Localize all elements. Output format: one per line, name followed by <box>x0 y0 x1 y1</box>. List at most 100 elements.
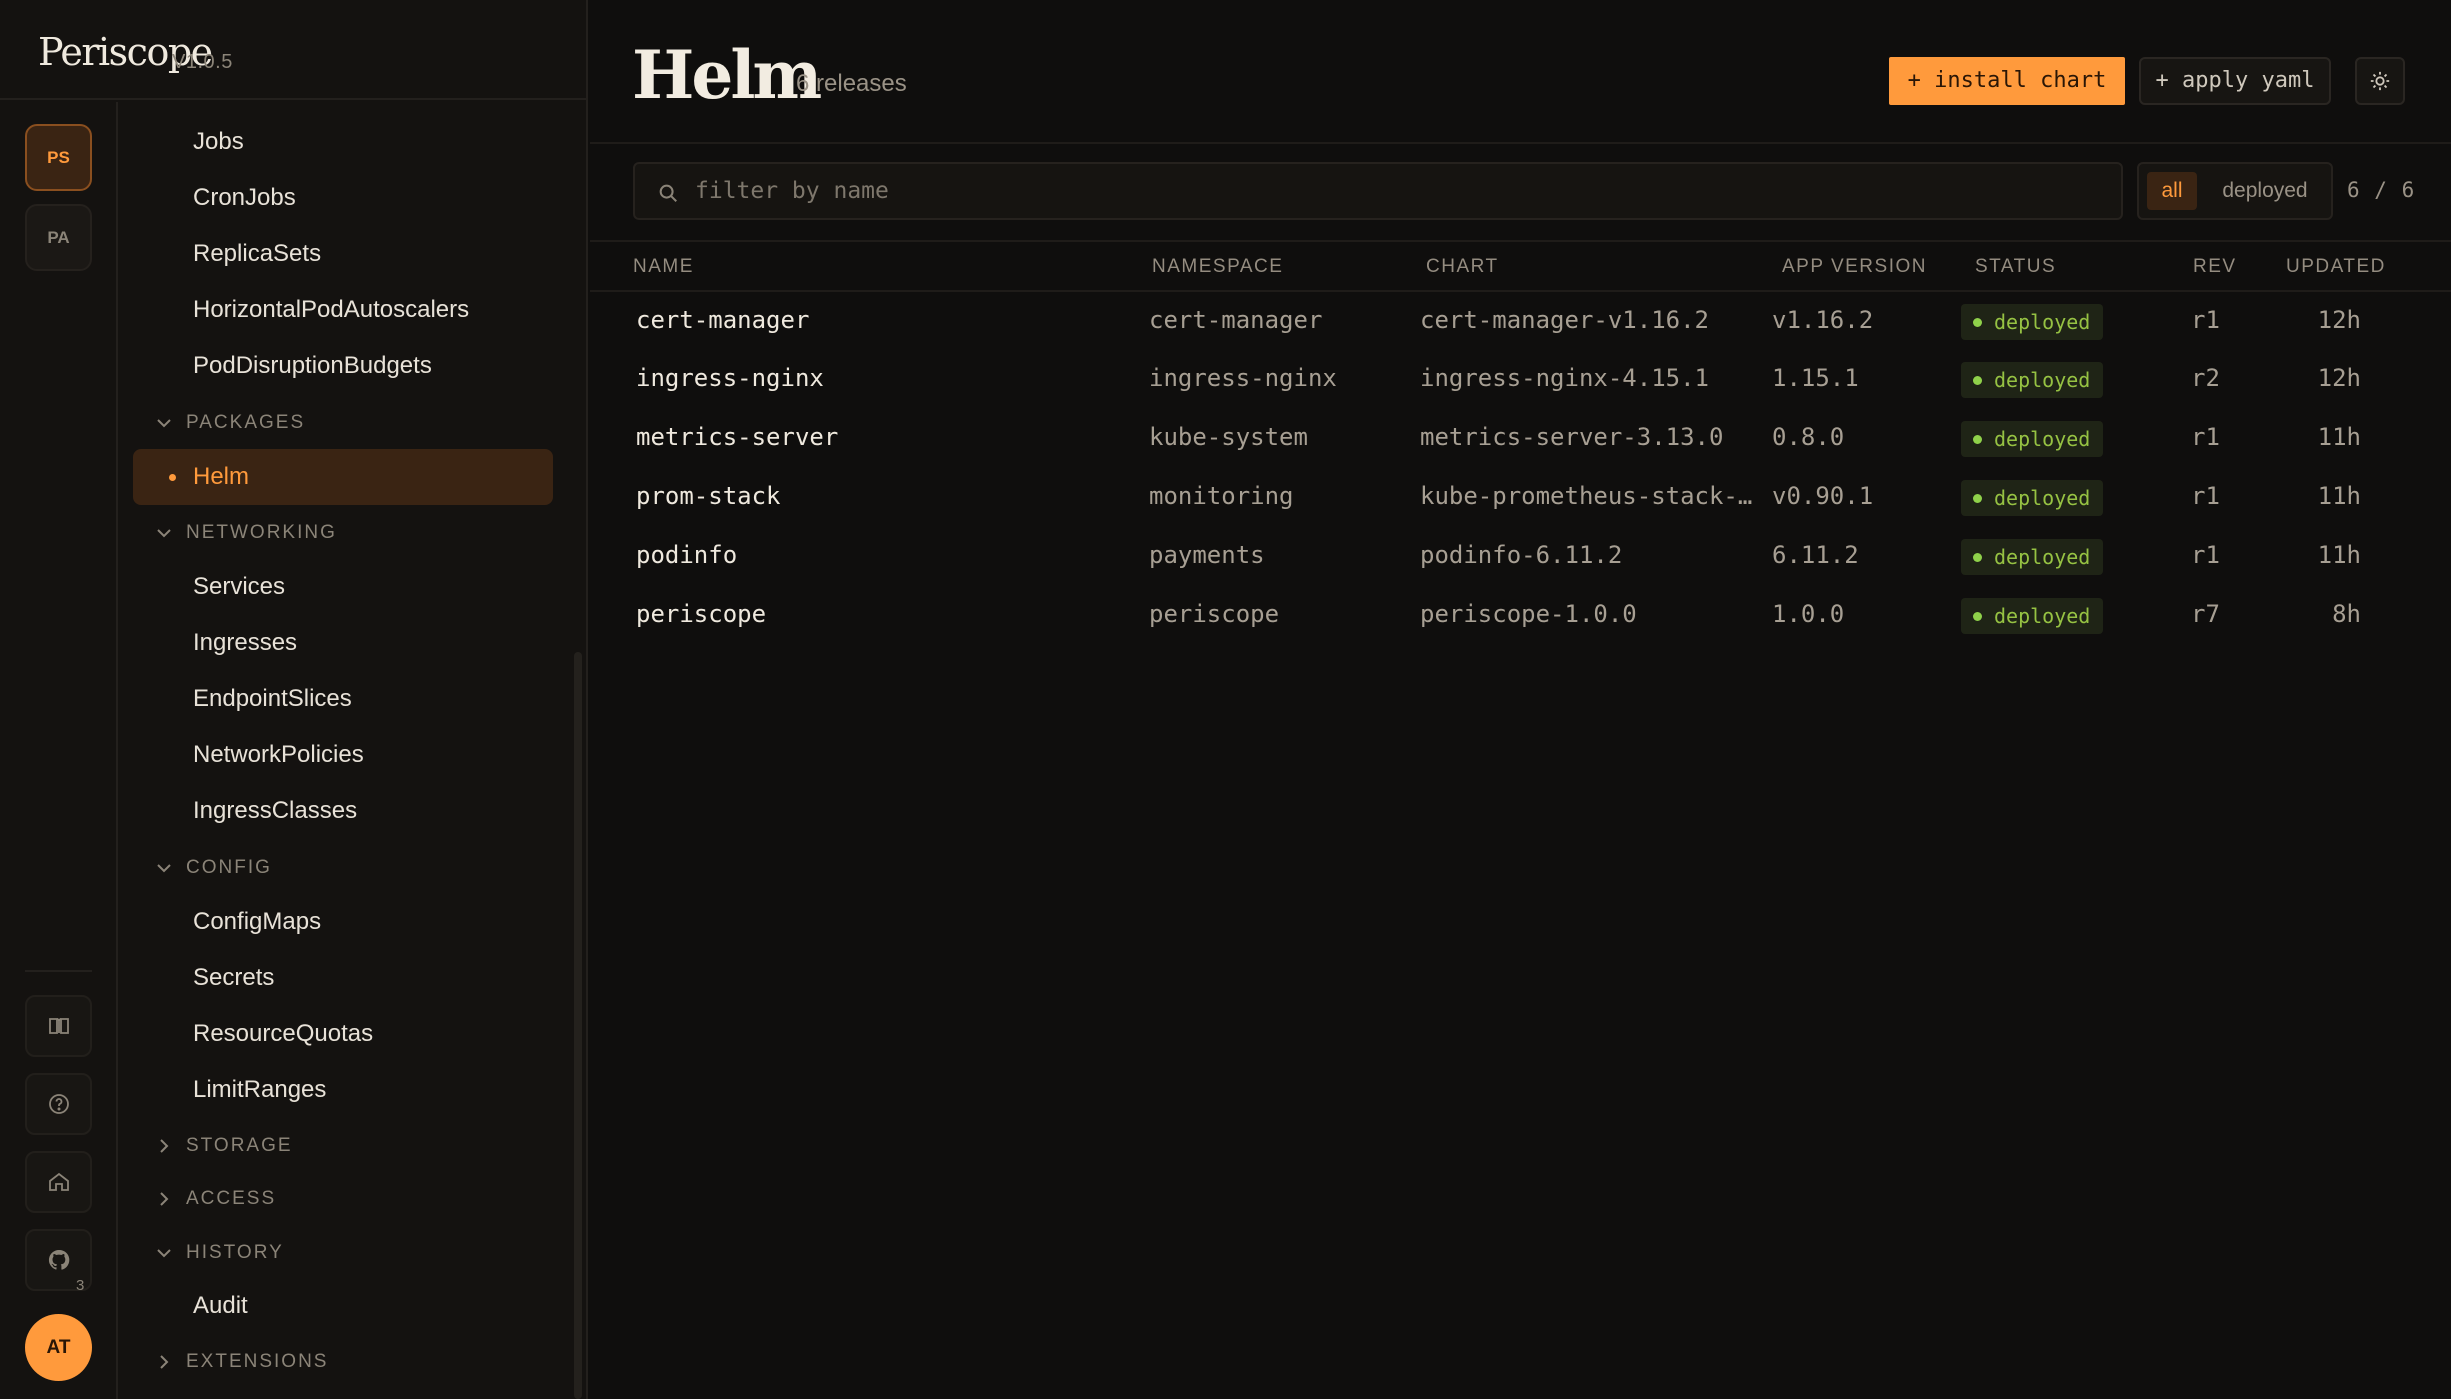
chevron-down-icon <box>157 419 171 428</box>
release-updated: 8h <box>2332 600 2361 628</box>
nav-item-jobs[interactable]: Jobs <box>133 114 553 170</box>
nav-section-access[interactable]: ACCESS <box>154 1179 276 1219</box>
nav-section-extensions[interactable]: EXTENSIONS <box>154 1342 328 1382</box>
user-avatar[interactable]: AT <box>25 1314 92 1381</box>
column-header-updated[interactable]: UPDATED <box>2286 242 2386 292</box>
nav-section-config[interactable]: CONFIG <box>154 848 272 888</box>
column-header-status[interactable]: STATUS <box>1975 242 2056 292</box>
context-switch-ps[interactable]: PS <box>25 124 92 191</box>
filter-option-deployed[interactable]: deployed <box>2203 172 2327 210</box>
release-revision: r1 <box>2191 306 2220 334</box>
chevron-down-icon <box>157 864 171 873</box>
nav-section-networking[interactable]: NETWORKING <box>154 513 337 553</box>
help-button[interactable] <box>25 1073 92 1135</box>
release-chart: podinfo-6.11.2 <box>1420 541 1623 569</box>
column-header-app-version[interactable]: APP VERSION <box>1782 242 1927 292</box>
chevron-right-icon <box>160 1192 169 1206</box>
release-name[interactable]: prom-stack <box>636 467 781 525</box>
release-app-version: v1.16.2 <box>1772 306 1874 334</box>
docs-button[interactable] <box>25 995 92 1057</box>
column-header-rev[interactable]: REV <box>2193 242 2237 292</box>
nav-section-storage[interactable]: STORAGE <box>154 1126 293 1166</box>
nav-section-packages[interactable]: PACKAGES <box>154 403 305 443</box>
release-name[interactable]: cert-manager <box>636 291 809 349</box>
status-badge: deployed <box>1961 480 2103 516</box>
table-row[interactable]: metrics-server kube-system metrics-serve… <box>590 408 2451 466</box>
nav-item-ingresses[interactable]: Ingresses <box>133 615 553 671</box>
nav-item-replicasets[interactable]: ReplicaSets <box>133 226 553 282</box>
nav-section-label: PACKAGES <box>186 412 306 433</box>
nav-item-secrets[interactable]: Secrets <box>133 950 553 1006</box>
nav-section-history[interactable]: HISTORY <box>154 1233 284 1273</box>
status-dot-icon <box>1973 612 1982 621</box>
release-namespace: monitoring <box>1149 482 1294 510</box>
release-updated: 12h <box>2317 306 2361 334</box>
release-chart: metrics-server-3.13.0 <box>1420 423 1724 451</box>
status-label: deployed <box>1994 310 2091 334</box>
release-app-version: 1.15.1 <box>1772 364 1859 392</box>
apply-yaml-button[interactable]: + apply yaml <box>2139 57 2331 105</box>
table-row[interactable]: periscope periscope periscope-1.0.0 1.0.… <box>590 585 2451 643</box>
context-rail: PS PA 3 AT <box>0 102 118 1399</box>
nav-item-resourcequotas[interactable]: ResourceQuotas <box>133 1006 553 1062</box>
sun-icon <box>2370 71 2390 91</box>
filter-box <box>633 162 2123 220</box>
status-badge: deployed <box>1961 362 2103 398</box>
release-updated: 12h <box>2317 364 2361 392</box>
release-namespace: ingress-nginx <box>1149 364 1337 392</box>
nav-item-helm[interactable]: Helm <box>133 449 553 505</box>
rail-divider <box>25 970 92 972</box>
nav-section-label: EXTENSIONS <box>186 1351 329 1372</box>
release-updated: 11h <box>2317 482 2361 510</box>
help-icon <box>48 1094 69 1114</box>
nav-item-audit[interactable]: Audit <box>133 1278 553 1334</box>
status-dot-icon <box>1973 376 1982 385</box>
release-name[interactable]: ingress-nginx <box>636 349 824 407</box>
nav-item-services[interactable]: Services <box>133 559 553 615</box>
release-namespace: cert-manager <box>1149 306 1323 334</box>
nav-item-limitranges[interactable]: LimitRanges <box>133 1062 553 1118</box>
nav-item-pdb[interactable]: PodDisruptionBudgets <box>133 338 553 394</box>
active-dot-icon <box>169 474 176 481</box>
nav-item-label: Helm <box>193 463 250 490</box>
table-row[interactable]: podinfo payments podinfo-6.11.2 6.11.2 d… <box>590 526 2451 584</box>
nav-section-label: ACCESS <box>186 1188 277 1209</box>
nav-section-label: HISTORY <box>186 1242 284 1263</box>
chevron-right-icon <box>160 1355 169 1369</box>
resource-nav: Jobs CronJobs ReplicaSets HorizontalPodA… <box>118 102 586 1399</box>
status-dot-icon <box>1973 494 1982 503</box>
status-dot-icon <box>1973 435 1982 444</box>
nav-item-hpa[interactable]: HorizontalPodAutoscalers <box>133 282 553 338</box>
home-button[interactable] <box>25 1151 92 1213</box>
status-badge: deployed <box>1961 421 2103 457</box>
column-header-name[interactable]: NAME <box>633 242 694 292</box>
page-title: Helm <box>632 36 822 114</box>
status-badge: deployed <box>1961 539 2103 575</box>
filter-input[interactable] <box>695 172 2095 210</box>
nav-item-networkpolicies[interactable]: NetworkPolicies <box>133 727 553 783</box>
nav-section-label: CONFIG <box>186 857 272 878</box>
release-name[interactable]: periscope <box>636 585 766 643</box>
nav-scrollbar[interactable] <box>574 652 582 1399</box>
release-name[interactable]: metrics-server <box>636 408 838 466</box>
release-app-version: 0.8.0 <box>1772 423 1845 451</box>
nav-item-ingressclasses[interactable]: IngressClasses <box>133 783 553 839</box>
release-revision: r1 <box>2191 423 2220 451</box>
theme-toggle-button[interactable] <box>2355 57 2405 105</box>
release-updated: 11h <box>2317 423 2361 451</box>
nav-item-configmaps[interactable]: ConfigMaps <box>133 894 553 950</box>
column-header-namespace[interactable]: NAMESPACE <box>1152 242 1283 292</box>
nav-item-cronjobs[interactable]: CronJobs <box>133 170 553 226</box>
release-revision: r1 <box>2191 482 2220 510</box>
table-row[interactable]: cert-manager cert-manager cert-manager-v… <box>590 291 2451 349</box>
release-name[interactable]: podinfo <box>636 526 737 584</box>
status-label: deployed <box>1994 427 2091 451</box>
table-row[interactable]: prom-stack monitoring kube-prometheus-st… <box>590 467 2451 525</box>
column-header-chart[interactable]: CHART <box>1426 242 1499 292</box>
nav-item-endpointslices[interactable]: EndpointSlices <box>133 671 553 727</box>
install-chart-button[interactable]: + install chart <box>1889 57 2125 105</box>
filter-option-all[interactable]: all <box>2147 172 2197 210</box>
table-row[interactable]: ingress-nginx ingress-nginx ingress-ngin… <box>590 349 2451 407</box>
context-switch-pa[interactable]: PA <box>25 204 92 271</box>
release-revision: r7 <box>2191 600 2220 628</box>
